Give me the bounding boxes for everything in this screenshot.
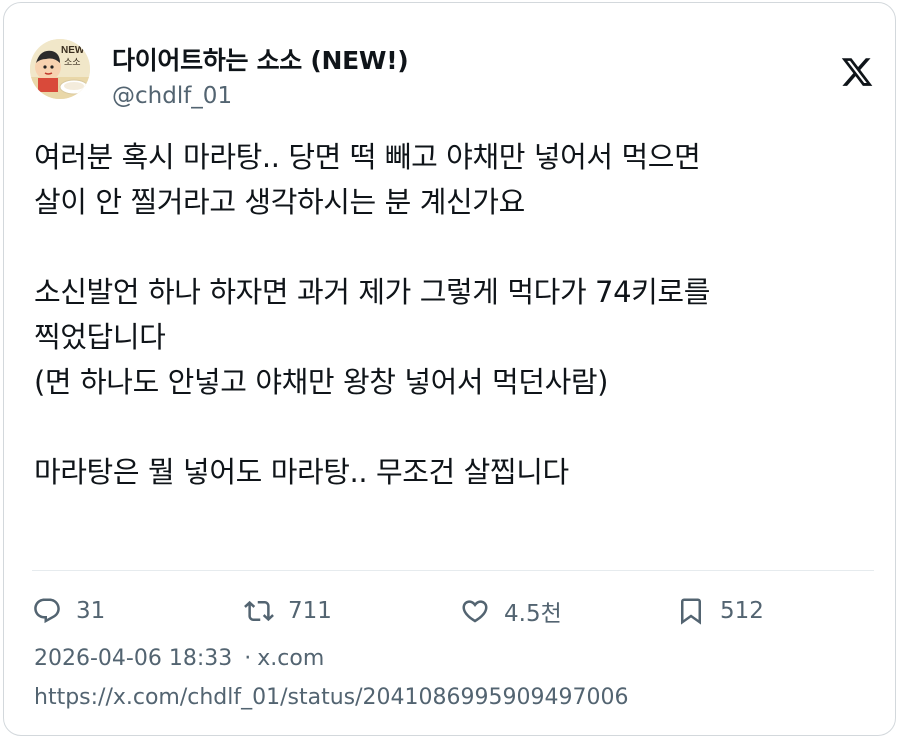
tweet-url[interactable]: https://x.com/chdlf_01/status/2041086995… (34, 685, 629, 710)
reply-count: 31 (76, 598, 106, 624)
avatar-badge-text-2: 소소 (64, 57, 81, 68)
tweet-line: (면 하나도 안넣고 야채만 왕창 넣어서 먹던사람) (34, 365, 609, 399)
tweet-line: 살이 안 찔거라고 생각하시는 분 계신가요 (34, 185, 525, 219)
tweet-meta: 2026-04-06 18:33 · x.com (34, 646, 324, 671)
retweet-count: 711 (288, 598, 332, 624)
display-name[interactable]: 다이어트하는 소소 (NEW!) (112, 41, 409, 77)
bookmark-icon (681, 598, 701, 625)
tweet-line: 찍었답니다 (34, 320, 166, 354)
meta-separator: · (244, 646, 252, 671)
user-handle[interactable]: @chdlf_01 (112, 83, 232, 109)
x-logo-icon[interactable] (840, 55, 874, 89)
tweet-source[interactable]: x.com (257, 646, 324, 671)
reply-button[interactable]: 31 (32, 591, 105, 631)
tweet-line (34, 225, 874, 270)
tweet-text: 여러분 혹시 마라탕.. 당면 떡 빼고 야채만 넣어서 먹으면 살이 안 찔거… (34, 135, 874, 495)
tweet-line: 여러분 혹시 마라탕.. 당면 떡 빼고 야채만 넣어서 먹으면 (34, 140, 701, 174)
bookmark-button[interactable]: 512 (676, 591, 764, 631)
retweet-icon (244, 600, 274, 622)
tweet-line: 마라탕은 뭘 넣어도 마라탕.. 무조건 살찝니다 (34, 455, 569, 489)
avatar-image: NEW 소소 (30, 39, 90, 99)
avatar[interactable]: NEW 소소 (30, 39, 90, 99)
retweet-button[interactable]: 711 (244, 591, 332, 631)
like-button[interactable]: 4.5천 (460, 591, 562, 631)
heart-icon (462, 600, 488, 623)
tweet-card[interactable]: NEW 소소 다이어트하는 소소 (NEW!) @chdlf_01 여러분 혹시… (3, 2, 896, 736)
tweet-line: 소신발언 하나 하자면 과거 제가 그렇게 먹다가 74키로를 (34, 275, 710, 309)
tweet-line (34, 405, 874, 450)
avatar-badge-text: NEW (61, 45, 85, 56)
reply-icon (34, 598, 60, 624)
bookmark-count: 512 (720, 598, 764, 624)
tweet-datetime[interactable]: 2026-04-06 18:33 (34, 646, 232, 671)
like-count: 4.5천 (504, 601, 562, 627)
divider (32, 570, 874, 571)
